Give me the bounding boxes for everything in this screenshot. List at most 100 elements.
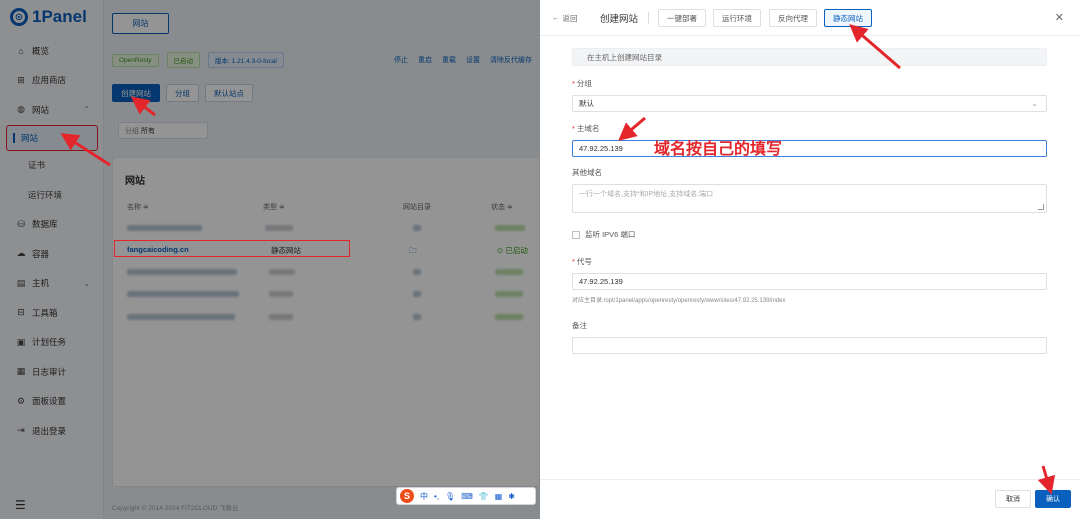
restart-button[interactable]: 重启 (418, 55, 432, 65)
tab-static-site[interactable]: 静态网站 (824, 9, 872, 27)
table-row[interactable] (119, 264, 539, 282)
active-indicator (13, 132, 15, 143)
drawer-header: ← 返回 创建网站 一键部署 运行环境 反向代理 静态网站 ✕ (540, 0, 1080, 36)
sogou-icon: S (400, 489, 414, 503)
sidebar-item-website-group[interactable]: ◍ 网站 ⌃ (0, 95, 104, 125)
shirt-icon[interactable]: 👕 (479, 492, 489, 501)
host-icon: ▤ (16, 277, 26, 288)
grid-icon: ⊞ (17, 74, 25, 85)
other-domains-textarea[interactable]: 一行一个域名,支持*和IP地址,支持域名:端口 (572, 184, 1047, 213)
group-select[interactable]: 默认 ⌄ (572, 95, 1047, 112)
table-row[interactable] (119, 286, 539, 304)
tab-website[interactable]: 网站 (112, 13, 169, 34)
sidebar-item-overview[interactable]: ⌂ 概览 (0, 36, 104, 66)
create-website-button[interactable]: 创建网站 (112, 84, 160, 102)
divider (648, 12, 649, 24)
settings-button[interactable]: 设置 (466, 55, 480, 65)
sidebar: ⊙ 1Panel ⌂ 概览 ⊞ 应用商店 ◍ 网站 ⌃ 网站 证书 运行环境 ⛁ 数据库 … (0, 0, 104, 519)
col-header-dir: 网站目录 (403, 204, 431, 211)
drawer-title: 创建网站 (600, 14, 639, 25)
default-site-button[interactable]: 默认站点 (205, 84, 253, 102)
tab-runtime[interactable]: 运行环境 (713, 9, 761, 27)
grid-icon[interactable]: ▦ (495, 492, 503, 501)
col-header-name[interactable]: 名称 ≑ (127, 202, 149, 212)
ime-toolbar[interactable]: S 中 •, 🎙 ⌨ 👕 ▦ ✱ (396, 487, 536, 505)
cancel-button[interactable]: 取消 (995, 490, 1031, 508)
chevron-down-icon: ⌄ (1031, 99, 1038, 108)
sidebar-item-certificates[interactable]: 证书 (0, 151, 104, 181)
menu-toggle-icon[interactable]: ☰ (15, 498, 27, 512)
logo[interactable]: ⊙ 1Panel (10, 6, 87, 28)
table-row[interactable] (119, 220, 539, 238)
sidebar-item-runtime[interactable]: 运行环境 (0, 180, 104, 210)
folder-icon[interactable]: 🗀 (409, 245, 417, 258)
mic-icon[interactable]: 🎙 (445, 492, 455, 501)
remark-field: 备注 (572, 320, 1047, 354)
globe-icon: ◍ (17, 104, 25, 115)
ime-punct[interactable]: •, (434, 492, 439, 501)
openresty-status-bar: OpenResty 已启动 版本: 1.21.4.3-0-focal 停止 重启… (112, 48, 540, 72)
other-domains-field: 其他域名 一行一个域名,支持*和IP地址,支持域名:端口 (572, 167, 1047, 213)
ipv6-checkbox[interactable]: 监听 IPV6 端口 (572, 229, 635, 240)
sidebar-item-cron[interactable]: ▣ 计划任务 (0, 328, 104, 358)
sidebar-item-logout[interactable]: ⇥ 退出登录 (0, 416, 104, 446)
sidebar-item-host[interactable]: ▤ 主机 ⌄ (0, 269, 104, 299)
group-field: * 分组 默认 ⌄ (572, 78, 1047, 112)
sidebar-item-container[interactable]: ☁ 容器 (0, 239, 104, 269)
group-button[interactable]: 分组 (166, 84, 199, 102)
confirm-button[interactable]: 确认 (1035, 490, 1071, 508)
copyright: Copyright © 2014-2024 FIT2CLOUD 飞致云 (112, 505, 239, 512)
group-filter-select[interactable]: 分组 所有 (118, 122, 208, 139)
tab-reverse-proxy[interactable]: 反向代理 (769, 9, 817, 27)
calendar-icon: ▣ (16, 336, 26, 347)
domain-input[interactable]: 47.92.25.139 (572, 140, 1047, 157)
remark-input[interactable] (572, 337, 1047, 354)
create-dir-note: 在主机上创建网站目录 (572, 48, 1047, 66)
checkbox-box[interactable] (572, 230, 580, 239)
gear-icon[interactable]: ✱ (508, 492, 515, 501)
alias-input[interactable]: 47.92.25.139 (572, 273, 1047, 290)
ime-lang[interactable]: 中 (420, 491, 428, 502)
list-title: 网站 (125, 176, 145, 187)
sidebar-item-website[interactable]: 网站 (6, 124, 98, 151)
status-actions: 停止 重启 重载 设置 清除反代缓存 (394, 55, 540, 65)
sidebar-item-settings[interactable]: ⚙ 面板设置 (0, 387, 104, 417)
back-button[interactable]: ← 返回 (552, 13, 578, 24)
clear-cache-button[interactable]: 清除反代缓存 (490, 55, 532, 65)
tab-one-click-deploy[interactable]: 一键部署 (658, 9, 706, 27)
sidebar-item-appstore[interactable]: ⊞ 应用商店 (0, 66, 104, 96)
sidebar-nav: ⌂ 概览 ⊞ 应用商店 ◍ 网站 ⌃ 网站 证书 运行环境 ⛁ 数据库 ☁ 容器 ▤ 主机 ⌄ … (0, 36, 104, 446)
highlight-box (114, 240, 350, 257)
drawer-footer: 取消 确认 (540, 479, 1080, 519)
site-status: ⊙ 已启动 (497, 246, 528, 255)
chevron-down-icon: ⌄ (83, 278, 90, 288)
col-header-status[interactable]: 状态 ≑ (491, 202, 513, 212)
reload-button[interactable]: 重载 (442, 55, 456, 65)
sidebar-item-logs[interactable]: ▦ 日志审计 (0, 357, 104, 387)
app-name-badge: OpenResty (112, 53, 159, 67)
settings-icon: ⚙ (16, 395, 26, 406)
log-icon: ▦ (16, 366, 26, 377)
action-buttons: 创建网站 分组 默认站点 (112, 84, 253, 102)
stop-button[interactable]: 停止 (394, 55, 408, 65)
toolbox-icon: ⊟ (17, 307, 25, 318)
keyboard-icon[interactable]: ⌨ (461, 492, 473, 501)
container-icon: ☁ (16, 248, 26, 259)
sidebar-item-toolbox[interactable]: ⊟ 工具箱 (0, 298, 104, 328)
domain-field: * 主域名 47.92.25.139 (572, 123, 1047, 157)
logo-text: 1Panel (32, 7, 87, 26)
close-icon[interactable]: ✕ (1055, 11, 1064, 24)
alias-hint: 对应主目录:/opt/1panel/apps/openresty/openres… (572, 298, 786, 304)
version-badge: 版本: 1.21.4.3-0-focal (208, 52, 284, 68)
col-header-type[interactable]: 类型 ≑ (263, 202, 285, 212)
arrow-left-icon: ← (552, 13, 560, 22)
create-website-drawer: ← 返回 创建网站 一键部署 运行环境 反向代理 静态网站 ✕ 在主机上创建网站目… (540, 0, 1080, 519)
chevron-up-icon: ⌃ (83, 105, 90, 115)
annotation-text: 域名按自己的填写 (654, 141, 783, 158)
logo-icon: ⊙ (10, 8, 28, 26)
table-row[interactable] (119, 309, 539, 327)
sidebar-item-database[interactable]: ⛁ 数据库 (0, 210, 104, 240)
main-content: 网站 OpenResty 已启动 版本: 1.21.4.3-0-focal 停止… (104, 0, 540, 519)
alias-field: * 代号 47.92.25.139 对应主目录:/opt/1panel/apps/… (572, 256, 1047, 304)
logout-icon: ⇥ (17, 425, 25, 436)
